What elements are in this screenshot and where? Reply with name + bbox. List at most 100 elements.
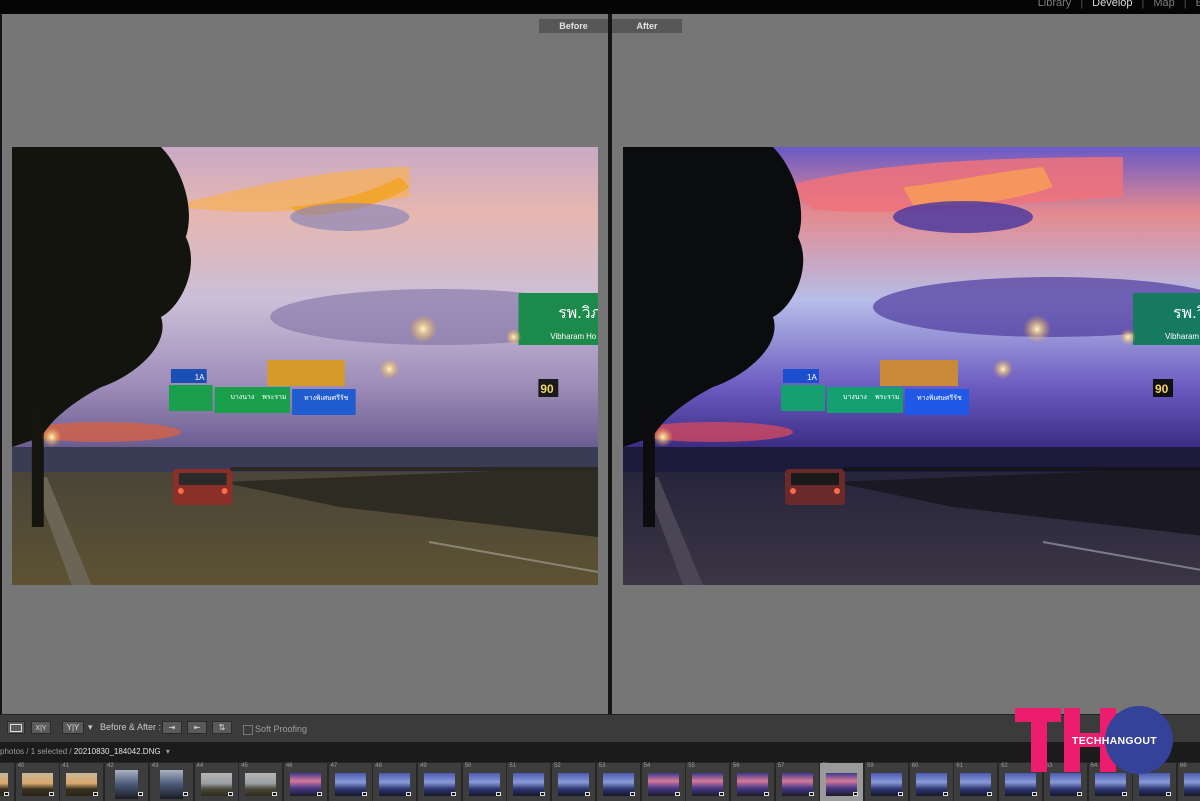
develop-adjusted-badge-icon — [495, 792, 501, 796]
filmstrip-thumbnail[interactable] — [159, 770, 183, 799]
logo-text: TECHHANGOUT — [1072, 735, 1157, 747]
filmstrip-cell[interactable]: 48 — [373, 763, 417, 801]
after-sign-main: รพ.วิภา — [1173, 305, 1200, 322]
develop-adjusted-badge-icon — [227, 792, 233, 796]
filmstrip-cell-number: 40 — [17, 763, 25, 769]
module-develop[interactable]: Develop — [1083, 0, 1141, 9]
filmstrip-cell[interactable]: 47 — [328, 763, 372, 801]
filmstrip-filename[interactable]: 20210830_184042.DNG — [74, 747, 161, 756]
filmstrip-cell-number: 53 — [598, 763, 606, 769]
filmstrip-cell[interactable]: 44 — [194, 763, 238, 801]
filmstrip-cell[interactable]: 60 — [909, 763, 953, 801]
filmstrip-cell[interactable]: 58 — [820, 763, 864, 801]
filmstrip-cell[interactable]: 51 — [507, 763, 551, 801]
develop-adjusted-badge-icon — [853, 792, 859, 796]
filmstrip-source[interactable]: photos / 1 selected / — [0, 747, 72, 756]
after-sign-blue: ทางพิเศษศรีรัช — [917, 394, 962, 402]
filmstrip-cell[interactable]: 49 — [418, 763, 461, 801]
copy-before-to-after-button[interactable]: ⇥ — [162, 721, 182, 734]
filmstrip-cell[interactable]: 56 — [730, 763, 774, 801]
view-mode-dropdown-icon[interactable]: ▾ — [88, 721, 96, 734]
filmstrip-cell-number: 43 — [151, 763, 159, 769]
soft-proofing-label: Soft Proofing — [255, 724, 308, 734]
develop-adjusted-badge-icon — [540, 792, 546, 796]
filmstrip-cell-number: 49 — [420, 763, 427, 769]
swap-before-after-button[interactable]: ⇅ — [212, 721, 232, 734]
develop-adjusted-badge-icon — [316, 792, 322, 796]
develop-adjusted-badge-icon — [942, 792, 948, 796]
develop-adjusted-badge-icon — [4, 792, 9, 796]
filmstrip-thumbnail[interactable] — [1183, 773, 1200, 796]
after-sign-green2: พระราม — [875, 394, 899, 401]
filmstrip-cell-number: 46 — [285, 763, 293, 769]
single-view-icon — [10, 724, 22, 732]
filmstrip-cell-number: 44 — [196, 763, 204, 769]
filmstrip-cell-number: 57 — [777, 763, 785, 769]
main-view: Before รพ.วิภ Vibharam Ho 1A บางนาง พระร… — [0, 14, 1200, 714]
before-sign-green2: พระราม — [262, 394, 286, 401]
loupe-view-button[interactable] — [7, 721, 25, 734]
filmstrip-cell-number: 61 — [956, 763, 964, 769]
before-sign-main: รพ.วิภา — [558, 305, 598, 322]
module-book[interactable]: B — [1187, 0, 1200, 9]
develop-adjusted-badge-icon — [987, 792, 993, 796]
filmstrip-cell-number: 60 — [911, 763, 919, 769]
filmstrip-cell[interactable]: 52 — [552, 763, 596, 801]
filmstrip-cell-number: 62 — [1001, 763, 1008, 769]
before-sign-1a: 1A — [195, 373, 205, 382]
develop-adjusted-badge-icon — [406, 792, 412, 796]
module-map[interactable]: Map — [1144, 0, 1183, 9]
before-sign-blue: ทางพิเศษศรีรัช — [304, 394, 349, 402]
filmstrip-cell[interactable]: 42 — [105, 763, 149, 801]
develop-adjusted-badge-icon — [1166, 792, 1172, 796]
filmstrip-cell[interactable]: 53 — [596, 763, 640, 801]
develop-adjusted-badge-icon — [808, 792, 814, 796]
filmstrip-thumbnail[interactable] — [115, 770, 139, 799]
filmstrip-cell-number: 50 — [464, 763, 472, 769]
develop-adjusted-badge-icon — [361, 792, 367, 796]
copy-right-to-left-icon: ⇤ — [193, 723, 201, 732]
before-pane[interactable]: Before รพ.วิภ Vibharam Ho 1A บางนาง พระร… — [2, 14, 608, 714]
filmstrip-cell-number: 56 — [732, 763, 740, 769]
filmstrip-cell[interactable]: 57 — [775, 763, 819, 801]
filmstrip-cell[interactable]: 46 — [283, 763, 327, 801]
techhangout-logo: TECHHANGOUT — [1012, 704, 1187, 776]
before-after-view-button[interactable]: Y|Y — [62, 721, 84, 734]
filmstrip-cell[interactable]: 61 — [954, 763, 998, 801]
filmstrip-cell[interactable]: 50 — [462, 763, 506, 801]
soft-proofing-checkbox[interactable] — [243, 725, 253, 735]
filmstrip-cell[interactable]: 45 — [239, 763, 283, 801]
after-pane[interactable]: After รพ. Vibharam 1A บางนาง พระราม ทางพ… — [612, 14, 1200, 714]
filmstrip-cell[interactable]: 41 — [60, 763, 104, 801]
develop-adjusted-badge-icon — [1032, 792, 1038, 796]
filmstrip-cell[interactable]: 40 — [15, 763, 59, 801]
develop-adjusted-badge-icon — [451, 792, 456, 796]
swap-icon: ⇅ — [218, 723, 226, 732]
develop-adjusted-badge-icon — [93, 792, 99, 796]
develop-adjusted-badge-icon — [585, 792, 591, 796]
before-image: รพ.วิภา Vibharam Ho 1A บางนาง พระราม ทาง… — [12, 147, 598, 585]
develop-adjusted-badge-icon — [898, 792, 903, 796]
develop-adjusted-badge-icon — [629, 792, 635, 796]
filmstrip-cell-number: 45 — [241, 763, 248, 769]
develop-adjusted-badge-icon — [674, 792, 680, 796]
after-sign-1a: 1A — [807, 373, 817, 382]
copy-after-to-before-button[interactable]: ⇤ — [187, 721, 207, 734]
filmstrip-cell[interactable]: 43 — [149, 763, 193, 801]
compare-view-button[interactable]: X|Y — [31, 721, 51, 734]
after-photo[interactable]: รพ.วิภา Vibharam Ho 1A บางนาง พระราม ทาง… — [623, 147, 1200, 585]
module-bar: Library | Develop | Map | B — [0, 0, 1200, 14]
filmstrip-cell-number: 52 — [554, 763, 561, 769]
filmstrip-cell-number: 51 — [509, 763, 517, 769]
filmstrip-cell-number: 41 — [62, 763, 70, 769]
filmstrip-cell[interactable]: 59 — [865, 763, 908, 801]
filmstrip-cell[interactable]: 54 — [641, 763, 685, 801]
filmstrip-cell[interactable] — [0, 763, 14, 801]
develop-adjusted-badge-icon — [138, 792, 144, 796]
module-library[interactable]: Library — [1029, 0, 1081, 9]
module-picker: Library | Develop | Map | B — [1029, 0, 1200, 9]
before-photo[interactable]: รพ.วิภา Vibharam Ho 1A บางนาง พระราม ทาง… — [12, 147, 598, 585]
dropdown-arrow-icon[interactable]: ▾ — [166, 747, 170, 756]
filmstrip-cell[interactable]: 55 — [686, 763, 730, 801]
compare-view-icon: X|Y — [35, 725, 47, 732]
